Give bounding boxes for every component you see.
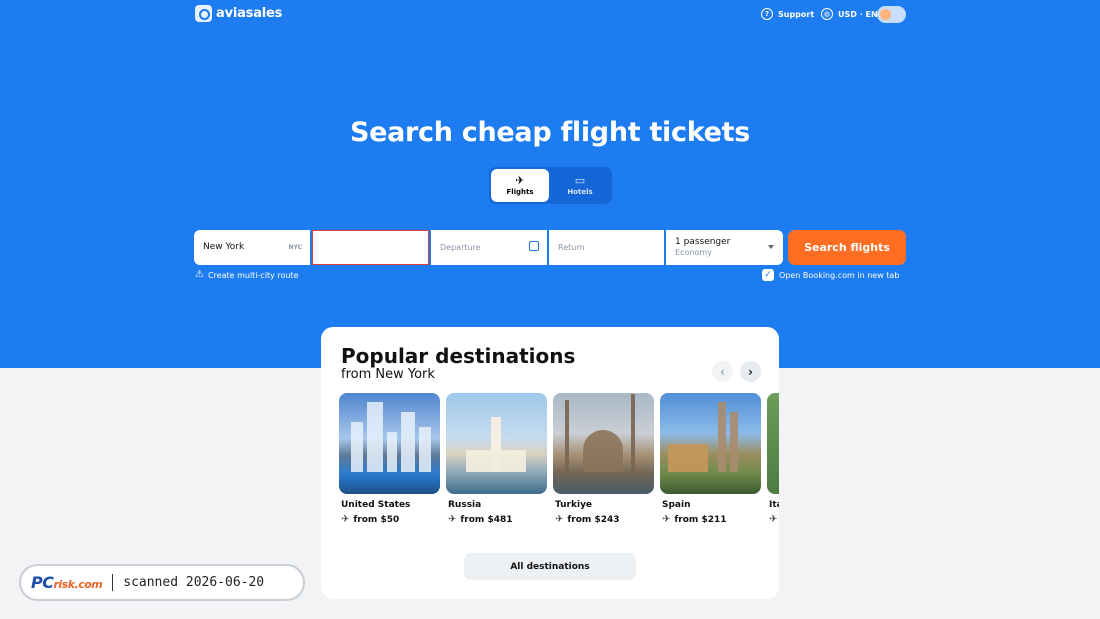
- price-label: from $50: [353, 514, 400, 525]
- bed-icon: ▭: [574, 174, 586, 187]
- support-label: Support: [778, 9, 815, 19]
- plane-icon: ✈: [555, 514, 564, 525]
- chevron-down-icon: [768, 245, 774, 249]
- origin-field[interactable]: New York NYC: [194, 230, 310, 265]
- cabin-class: Economy: [675, 248, 712, 257]
- plane-icon: ✈: [769, 514, 778, 525]
- carousel-next-button[interactable]: ›: [740, 361, 761, 382]
- destination-price: ✈ from $50: [341, 514, 440, 525]
- destination-name: Russia: [448, 500, 482, 510]
- pcrisk-watermark: PCrisk.com scanned 2026-06-20: [19, 564, 305, 601]
- destination-image: [767, 393, 779, 494]
- help-icon: ?: [761, 8, 773, 20]
- destination-name: Turkiye: [555, 500, 593, 510]
- globe-icon: ◍: [821, 8, 833, 20]
- tab-flights-label: Flights: [506, 188, 534, 196]
- sun-icon: [880, 9, 891, 20]
- page-title: Search cheap flight tickets: [349, 117, 751, 148]
- multi-city-link[interactable]: ⚠ Create multi-city route: [195, 270, 299, 280]
- tab-hotels[interactable]: ▭ Hotels: [551, 169, 609, 202]
- search-type-switcher: ✈ Flights ▭ Hotels: [489, 167, 612, 204]
- divider: [112, 574, 114, 591]
- destination-image: [339, 393, 440, 494]
- popular-destinations-card: Popular destinations from New York ‹ › U…: [321, 327, 779, 599]
- destination-image: [660, 393, 761, 494]
- locale-selector[interactable]: ◍ USD · EN: [821, 8, 878, 20]
- destination-name: Ita: [769, 500, 779, 510]
- plane-icon: ✈: [341, 514, 350, 525]
- departure-placeholder: Departure: [440, 243, 481, 252]
- scan-date: scanned 2026-06-20: [123, 575, 265, 590]
- aviasales-logo-icon: [195, 5, 212, 22]
- destination-field[interactable]: [312, 230, 429, 265]
- section-subtitle: from New York: [341, 367, 435, 382]
- destination-image: [553, 393, 654, 494]
- destination-image: [446, 393, 547, 494]
- multi-city-label: Create multi-city route: [207, 270, 299, 280]
- booking-option[interactable]: ✓ Open Booking.com in new tab: [762, 269, 899, 281]
- price-label: from $211: [674, 514, 727, 525]
- price-label: from $481: [460, 514, 513, 525]
- tab-flights[interactable]: ✈ Flights: [491, 169, 549, 202]
- booking-label: Open Booking.com in new tab: [779, 270, 900, 280]
- calendar-icon: [529, 241, 539, 251]
- return-date-field[interactable]: Return: [549, 230, 664, 265]
- passengers-selector[interactable]: 1 passenger Economy: [666, 230, 783, 265]
- return-placeholder: Return: [558, 243, 585, 252]
- price-label: from $243: [567, 514, 620, 525]
- passenger-count: 1 passenger: [675, 237, 731, 247]
- support-link[interactable]: ? Support: [761, 8, 814, 20]
- destination-name: Spain: [662, 500, 691, 510]
- origin-code: NYC: [288, 244, 302, 251]
- destination-card[interactable]: Spain ✈ from $211: [660, 393, 761, 525]
- destination-price: ✈: [769, 514, 779, 525]
- plane-icon: ✈: [448, 514, 457, 525]
- locale-label: USD · EN: [838, 9, 878, 19]
- destination-price: ✈ from $481: [448, 514, 547, 525]
- theme-toggle[interactable]: [877, 6, 906, 23]
- departure-date-field[interactable]: Departure: [431, 230, 547, 265]
- plane-icon: ✈: [662, 514, 671, 525]
- destination-card[interactable]: Ita ✈: [767, 393, 779, 525]
- top-bar: aviasales ? Support ◍ USD · EN: [0, 0, 1100, 30]
- destination-card[interactable]: Russia ✈ from $481: [446, 393, 547, 525]
- destination-name: United States: [341, 500, 411, 510]
- destination-price: ✈ from $243: [555, 514, 654, 525]
- plane-icon: ✈: [515, 174, 525, 187]
- origin-value: New York: [203, 242, 245, 252]
- brand-logo[interactable]: aviasales: [195, 5, 282, 22]
- section-title: Popular destinations: [341, 344, 576, 368]
- route-icon: ⚠: [195, 269, 204, 280]
- tab-hotels-label: Hotels: [567, 188, 593, 196]
- carousel-prev-button[interactable]: ‹: [712, 361, 733, 382]
- destination-card[interactable]: Turkiye ✈ from $243: [553, 393, 654, 525]
- booking-checkbox[interactable]: ✓: [762, 269, 774, 281]
- destination-card[interactable]: United States ✈ from $50: [339, 393, 440, 525]
- search-flights-button[interactable]: Search flights: [788, 230, 906, 265]
- pcrisk-logo: PCrisk.com: [31, 573, 103, 592]
- destination-price: ✈ from $211: [662, 514, 761, 525]
- brand-name: aviasales: [216, 6, 283, 21]
- all-destinations-button[interactable]: All destinations: [464, 553, 636, 580]
